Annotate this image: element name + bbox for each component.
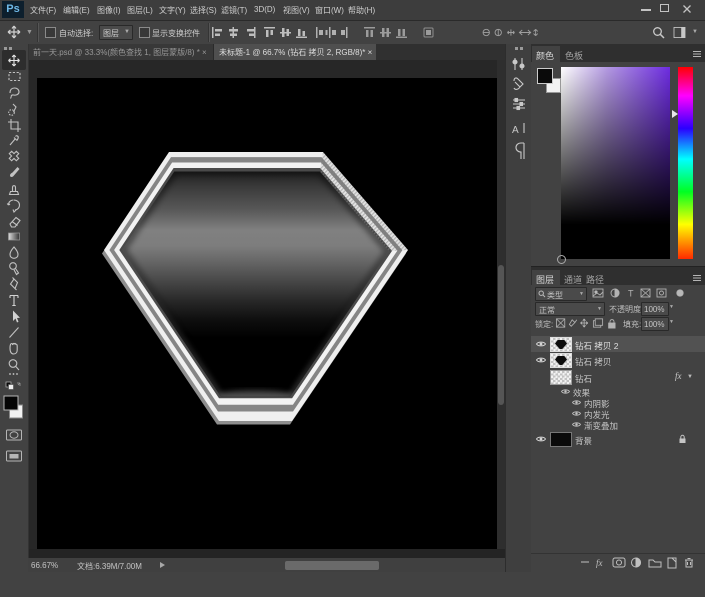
svg-text:fx: fx bbox=[596, 558, 603, 568]
svg-text:A: A bbox=[512, 125, 519, 136]
svg-text:T: T bbox=[628, 289, 634, 299]
